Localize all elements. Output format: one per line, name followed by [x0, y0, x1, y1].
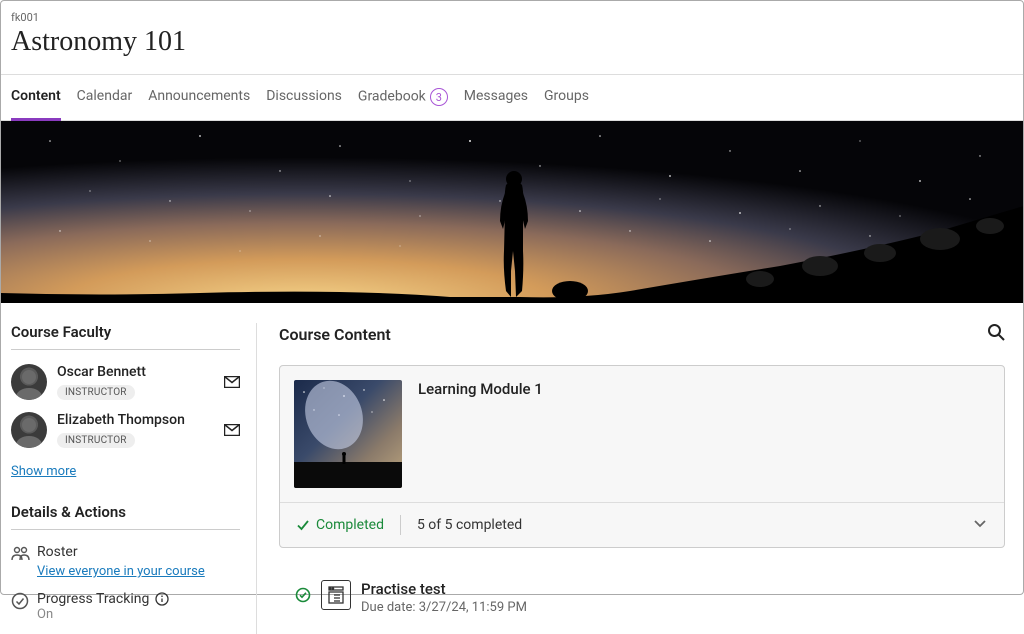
progress-status: On: [37, 607, 169, 622]
main-content: Course Content: [257, 323, 1023, 634]
faculty-row: Oscar Bennett INSTRUCTOR: [11, 364, 240, 400]
role-chip: INSTRUCTOR: [57, 433, 135, 448]
status-complete-icon: [295, 587, 311, 607]
avatar: [11, 364, 47, 400]
faculty-heading: Course Faculty: [11, 323, 240, 350]
info-icon[interactable]: [155, 592, 169, 606]
roster-action: Roster View everyone in your course: [11, 544, 240, 579]
progress-title: Progress Tracking: [37, 591, 169, 607]
faculty-name: Oscar Bennett: [57, 364, 146, 380]
course-tabs: Content Calendar Announcements Discussio…: [1, 74, 1023, 121]
test-icon: [321, 580, 351, 610]
role-chip: INSTRUCTOR: [57, 385, 135, 400]
progress-icon: [11, 592, 31, 614]
mail-icon[interactable]: [224, 373, 240, 392]
module-footer: Completed 5 of 5 completed: [280, 502, 1004, 547]
course-title: Astronomy 101: [11, 26, 1013, 58]
tab-gradebook[interactable]: Gradebook3: [358, 75, 448, 120]
course-header: fk001 Astronomy 101: [1, 1, 1023, 64]
roster-title: Roster: [37, 544, 205, 560]
assignment-item[interactable]: Practise test Due date: 3/27/24, 11:59 P…: [279, 560, 1005, 615]
learning-module-card[interactable]: Learning Module 1 Completed 5 of 5 compl…: [279, 365, 1005, 548]
content-heading: Course Content: [279, 325, 391, 344]
details-heading: Details & Actions: [11, 503, 240, 530]
assignment-due: Due date: 3/27/24, 11:59 PM: [361, 600, 527, 615]
course-banner-image: [1, 121, 1023, 303]
tab-groups[interactable]: Groups: [544, 75, 589, 120]
sidebar: Course Faculty Oscar Bennett INSTRUCTOR …: [1, 323, 257, 634]
roster-link[interactable]: View everyone in your course: [37, 564, 205, 579]
module-title: Learning Module 1: [418, 380, 543, 398]
check-icon: [296, 518, 310, 532]
module-status: Completed: [296, 517, 384, 533]
roster-icon: [11, 545, 31, 565]
assignment-title: Practise test: [361, 580, 527, 598]
gradebook-badge: 3: [430, 88, 448, 106]
tab-content[interactable]: Content: [11, 75, 61, 120]
module-thumbnail: [294, 380, 402, 488]
avatar: [11, 412, 47, 448]
search-icon[interactable]: [987, 323, 1005, 345]
progress-action: Progress Tracking On: [11, 591, 240, 622]
faculty-name: Elizabeth Thompson: [57, 412, 185, 428]
tab-announcements[interactable]: Announcements: [148, 75, 250, 120]
tab-discussions[interactable]: Discussions: [266, 75, 342, 120]
mail-icon[interactable]: [224, 421, 240, 440]
module-progress: 5 of 5 completed: [417, 517, 522, 533]
course-code: fk001: [11, 11, 1013, 24]
faculty-row: Elizabeth Thompson INSTRUCTOR: [11, 412, 240, 448]
chevron-down-icon[interactable]: [972, 515, 988, 535]
tab-messages[interactable]: Messages: [464, 75, 528, 120]
tab-calendar[interactable]: Calendar: [77, 75, 133, 120]
show-more-link[interactable]: Show more: [11, 464, 76, 479]
